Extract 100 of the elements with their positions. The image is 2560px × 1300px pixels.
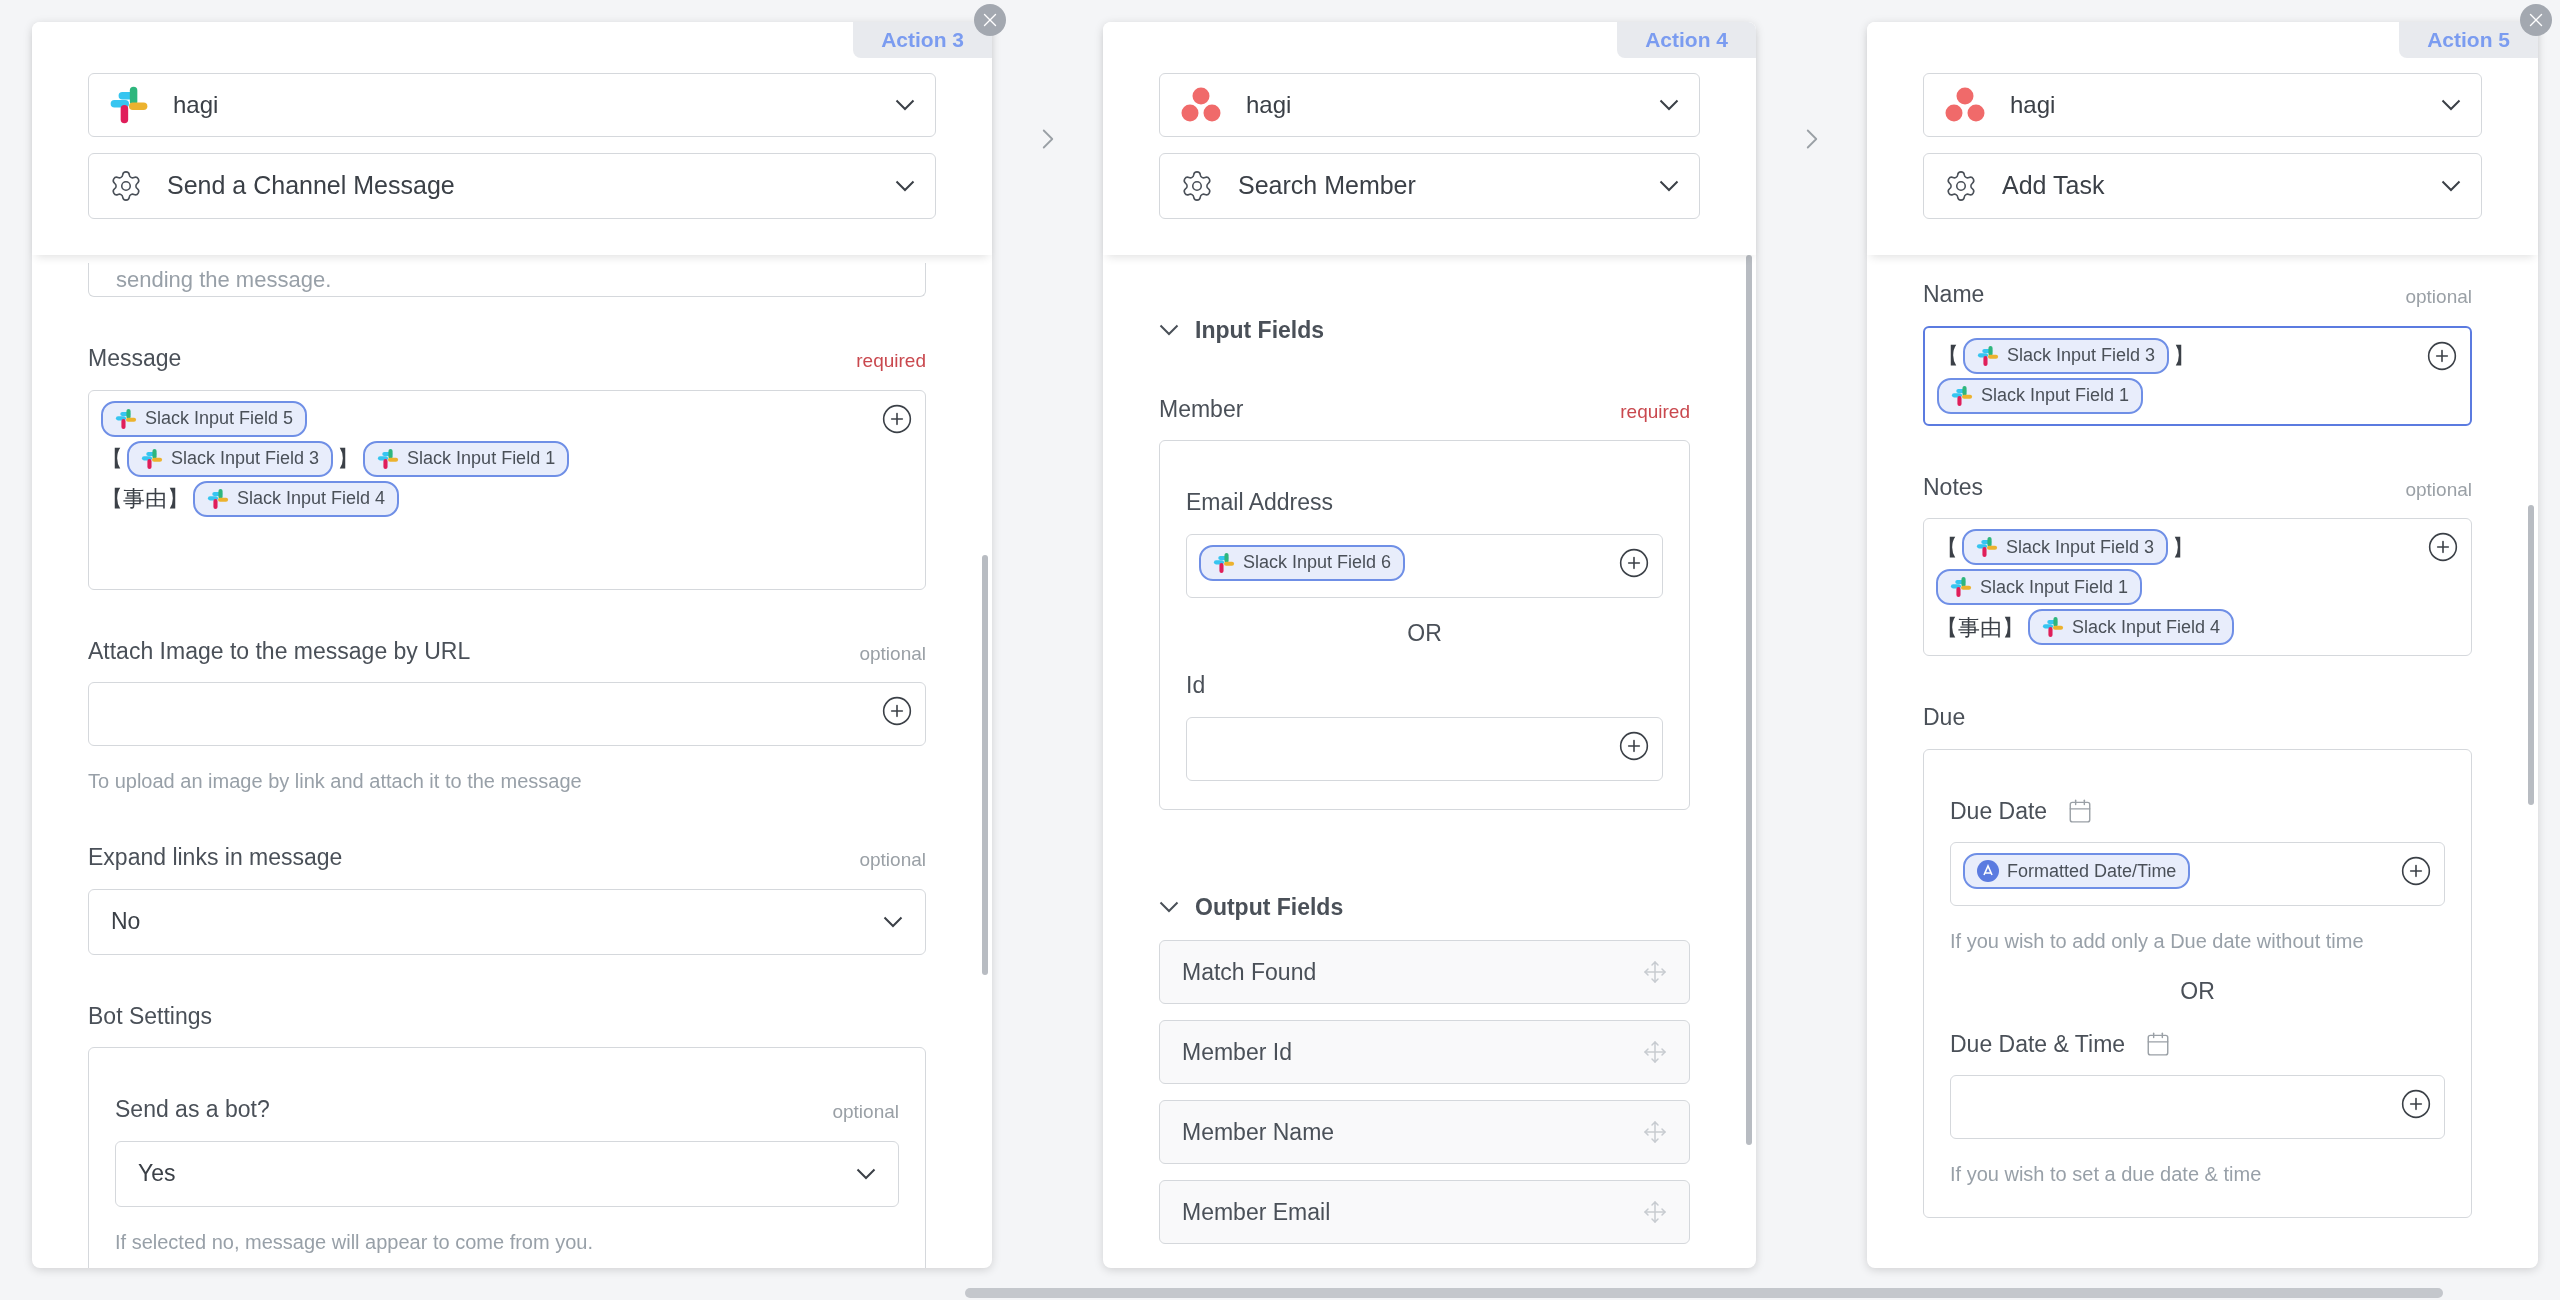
optional-label: optional [859,641,926,666]
field-label: Notes [1923,472,1984,502]
input-field[interactable]: 【 Slack Input Field 3 】 Slack Input Field 1 [1923,325,2472,426]
dropdown[interactable]: No [88,888,926,955]
token-text: 】 [337,445,360,473]
settings-icon [1180,169,1214,203]
output-field[interactable]: Member Email [1159,1180,1690,1244]
add-variable-icon[interactable] [1618,546,1650,579]
optional-label: optional [832,1100,899,1124]
input-field[interactable]: Formatted Date/Time [1950,842,2445,906]
input-field[interactable] [1950,1075,2445,1139]
field-label: Attach Image to the message by URL [88,636,471,666]
field-label: Message [88,344,182,373]
token-text: 【 [1936,533,1958,562]
optional-label: optional [2405,477,2472,502]
slack-icon [109,85,149,125]
variable-chip[interactable]: Slack Input Field 5 [101,400,308,437]
add-variable-icon[interactable] [1618,729,1650,762]
token-text: 】 [2172,533,2195,562]
output-field[interactable]: Member Name [1159,1100,1690,1164]
drag-handle-icon[interactable] [1643,1120,1667,1144]
input-field[interactable]: Slack Input Field 6 [1186,533,1663,598]
operation-dropdown[interactable]: Search Member [1159,153,1700,219]
slack-icon [1951,384,1973,407]
slack-icon [1950,576,1972,598]
variable-chip[interactable]: Slack Input Field 1 [363,440,570,477]
input-field[interactable] [1186,716,1663,781]
scrollbar-thumb[interactable] [1746,255,1752,1145]
field-label: Expand links in message [88,843,343,872]
variable-chip[interactable]: Slack Input Field 1 [1937,377,2144,414]
required-label: required [1620,399,1690,424]
chevron-down-icon [895,99,915,111]
or-text: OR [2180,977,2215,1006]
optional-label: optional [2405,285,2472,309]
field-label: Email Address [1186,488,1333,517]
variable-chip[interactable]: Slack Input Field 3 [1962,529,2169,565]
token-text: 【 [101,445,123,473]
optional-label: optional [859,848,926,872]
scrollbar-thumb[interactable] [982,555,988,975]
drag-handle-icon[interactable] [1643,1200,1667,1224]
hint-text: If you wish to set a due date & time [1950,1162,2263,1187]
section-header[interactable]: Input Fields [1159,313,1690,348]
add-variable-icon[interactable] [881,695,913,727]
field-label: Due Date [1950,796,2048,826]
drag-handle-icon[interactable] [1643,960,1667,984]
chevron-down-icon [1659,180,1679,192]
chevron-down-icon [856,1167,876,1180]
chevron-down-icon [883,915,903,928]
dropdown[interactable]: Yes [115,1140,899,1207]
section-header[interactable]: Output Fields [1159,889,1690,924]
slack-icon [1977,344,1999,367]
variable-chip[interactable]: Slack Input Field 3 [127,440,334,477]
output-field[interactable]: Member Id [1159,1020,1690,1084]
chevron-down-icon [895,180,915,192]
field-label: Due Date & Time [1950,1029,2126,1059]
token-text: 】 [2173,342,2196,370]
field-label: Bot Settings [88,1001,213,1031]
operation-dropdown[interactable]: Add Task [1923,153,2482,219]
operation-dropdown[interactable]: Send a Channel Message [88,153,936,219]
app-dropdown[interactable]: hagi [1159,73,1700,137]
variable-chip[interactable]: Slack Input Field 3 [1963,337,2170,374]
token-text: 【事由】 [1936,613,2024,642]
input-field[interactable] [88,682,926,746]
slack-icon [377,447,400,470]
slack-icon [141,447,163,470]
close-button[interactable] [974,4,1006,36]
variable-chip[interactable]: Formatted Date/Time [1963,853,2191,889]
add-variable-icon[interactable] [2400,855,2432,887]
hint-text: If selected no, message will appear to come from you. [115,1229,594,1255]
add-variable-icon[interactable] [2427,531,2459,563]
add-variable-icon[interactable] [2426,339,2458,372]
drag-handle-icon[interactable] [1643,1040,1667,1064]
three-circles-logo-icon [1180,86,1222,124]
chevron-down-icon [1659,99,1679,111]
chevron-down-icon [2441,180,2461,192]
variable-chip[interactable]: Slack Input Field 6 [1199,544,1406,581]
variable-chip[interactable]: Slack Input Field 4 [193,480,400,517]
action-tag: Action 4 [1617,22,1756,58]
formatter-icon [1977,860,1999,882]
message-field[interactable]: Slack Input Field 5 【 Slack Input Field 3 】 Slack Input Field 1 【事由】 Slack Input Field 4 [88,389,926,590]
scrollbar-thumb[interactable] [2528,505,2534,805]
add-variable-icon[interactable] [881,402,913,435]
variable-chip[interactable]: Slack Input Field 4 [2028,609,2235,645]
close-button[interactable] [2520,4,2552,36]
settings-icon [109,169,143,203]
output-field[interactable]: Match Found [1159,940,1690,1004]
hint-text: To upload an image by link and attach it to the message [88,769,583,794]
input-field[interactable]: 【 Slack Input Field 3 】 Slack Input Field 1 【事由】 Slack Input Field 4 [1923,518,2472,656]
app-dropdown[interactable]: hagi [1923,73,2482,137]
chevron-down-icon [2441,99,2461,111]
settings-icon [1944,169,1978,203]
three-circles-logo-icon [1944,86,1986,124]
app-dropdown[interactable]: hagi [88,73,936,137]
variable-chip[interactable]: Slack Input Field 1 [1936,569,2143,605]
slack-icon [207,487,229,510]
token-text: 【 [1937,342,1959,370]
add-variable-icon[interactable] [2400,1088,2432,1120]
field-text: sending the message. [116,267,332,292]
horizontal-scrollbar-thumb[interactable] [965,1288,2443,1298]
token-text: 【事由】 [101,485,189,513]
